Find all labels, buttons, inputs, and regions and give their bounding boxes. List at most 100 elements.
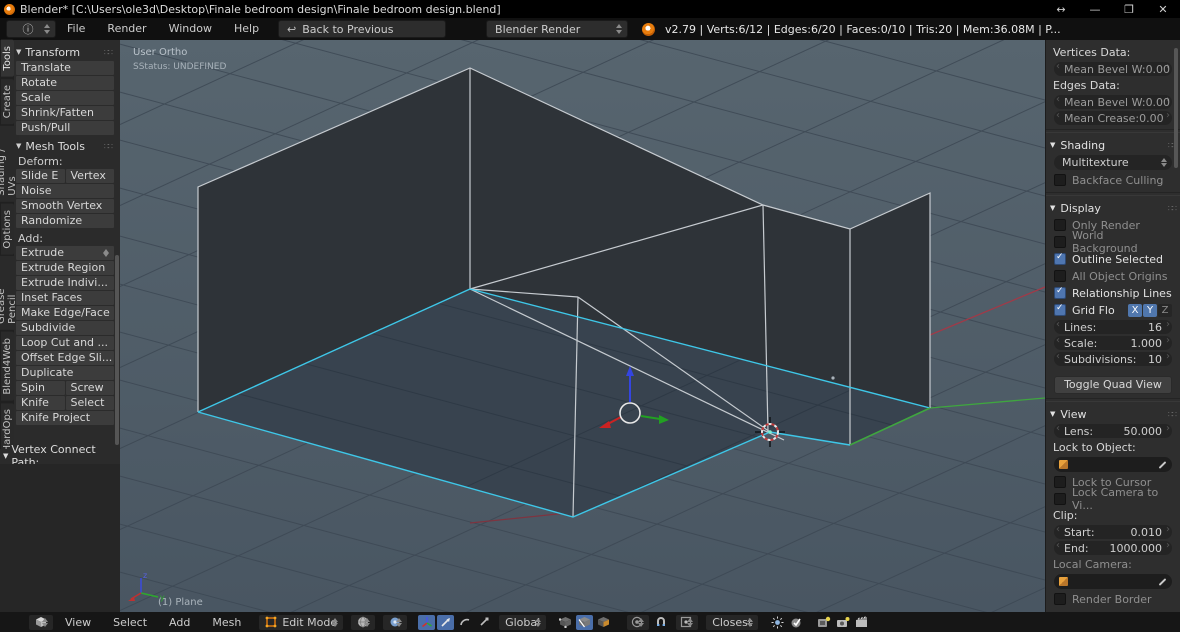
face-select-mode-button[interactable]: [595, 615, 612, 630]
window-minimize-button[interactable]: —: [1078, 3, 1112, 16]
editor-type-button[interactable]: ⓘ: [6, 20, 56, 38]
push-pull-button[interactable]: Push/Pull: [16, 121, 114, 135]
offset-edge-slide-button[interactable]: Offset Edge Sli...: [16, 351, 114, 365]
lock-to-object-field[interactable]: [1054, 457, 1172, 472]
menu-file[interactable]: File: [56, 18, 96, 40]
tab-tools[interactable]: Tools: [0, 40, 14, 77]
shading-panel-header[interactable]: ▼ Shading ∷∷: [1050, 137, 1177, 153]
opengl-render-anim-button[interactable]: [853, 615, 870, 630]
vertex-select-mode-button[interactable]: [557, 615, 574, 630]
menu-window[interactable]: Window: [158, 18, 223, 40]
outline-selected-checkbox[interactable]: Outline Selected: [1054, 251, 1172, 267]
menu-add[interactable]: Add: [158, 616, 201, 629]
eyedropper-icon[interactable]: [1158, 577, 1167, 586]
panel-grip-icon[interactable]: ∷∷: [1168, 410, 1177, 419]
knife-button[interactable]: Knife: [16, 396, 65, 410]
mean-crease-field[interactable]: Mean Crease:0.00: [1054, 110, 1172, 125]
grid-floor-checkbox[interactable]: [1054, 303, 1066, 316]
eyedropper-icon[interactable]: [1158, 460, 1167, 469]
tab-options[interactable]: Options: [0, 203, 14, 255]
tab-blend4web[interactable]: Blend4Web: [0, 332, 14, 401]
backface-culling-checkbox[interactable]: Backface Culling: [1054, 172, 1172, 188]
relationship-lines-checkbox[interactable]: Relationship Lines: [1054, 285, 1172, 301]
grid-scale-field[interactable]: Scale:1.000: [1054, 335, 1172, 350]
tool-shelf-scrollbar[interactable]: [115, 255, 119, 445]
grid-axis-z-toggle[interactable]: Z: [1158, 303, 1172, 317]
window-close-button[interactable]: ✕: [1146, 3, 1180, 16]
edge-select-mode-button[interactable]: [576, 614, 594, 630]
manipulator-toggle[interactable]: [418, 614, 436, 630]
translate-manipulator-toggle[interactable]: [437, 614, 455, 630]
spin-button[interactable]: Spin: [16, 381, 65, 395]
noise-button[interactable]: Noise: [16, 184, 114, 198]
clip-end-field[interactable]: End:1000.000: [1054, 540, 1172, 555]
vertex-dot[interactable]: [831, 376, 835, 380]
extrude-individual-button[interactable]: Extrude Indivi...: [16, 276, 114, 290]
viewport-shading-select[interactable]: [350, 613, 377, 631]
render-border-checkbox[interactable]: Render Border: [1054, 591, 1172, 607]
occlude-geometry-toggle[interactable]: [788, 615, 805, 630]
slide-edge-button[interactable]: Slide E: [16, 169, 65, 183]
loop-cut-button[interactable]: Loop Cut and ...: [16, 336, 114, 350]
grid-axis-x-toggle[interactable]: X: [1128, 303, 1142, 317]
window-maximize-button[interactable]: ❐: [1112, 3, 1146, 16]
menu-render[interactable]: Render: [96, 18, 157, 40]
view-panel-header[interactable]: ▼ View ∷∷: [1050, 406, 1177, 422]
vertex-slide-button[interactable]: Vertex: [65, 169, 114, 183]
lens-field[interactable]: Lens:50.000: [1054, 423, 1172, 438]
properties-scrollbar[interactable]: [1174, 48, 1178, 168]
smooth-vertex-button[interactable]: Smooth Vertex: [16, 199, 114, 213]
extrude-region-button[interactable]: Extrude Region: [16, 261, 114, 275]
menu-mesh[interactable]: Mesh: [201, 616, 252, 629]
mesh-tools-panel-header[interactable]: ▼ Mesh Tools ∷∷: [14, 139, 114, 153]
transform-snap-button[interactable]: [815, 615, 832, 630]
make-edge-face-button[interactable]: Make Edge/Face: [16, 306, 114, 320]
knife-project-button[interactable]: Knife Project: [16, 411, 114, 425]
panel-grip-icon[interactable]: ∷∷: [1168, 204, 1177, 213]
local-camera-field[interactable]: [1054, 574, 1172, 589]
shading-mode-select[interactable]: Multitexture: [1054, 155, 1172, 170]
inset-faces-button[interactable]: Inset Faces: [16, 291, 114, 305]
grid-subdivisions-field[interactable]: Subdivisions:10: [1054, 351, 1172, 366]
checkbox[interactable]: [1054, 174, 1066, 186]
scale-button[interactable]: Scale: [16, 91, 114, 105]
toggle-quad-view-button[interactable]: Toggle Quad View: [1054, 376, 1172, 394]
window-resize-icon[interactable]: ↔: [1044, 3, 1078, 16]
menu-select[interactable]: Select: [102, 616, 158, 629]
extrude-button[interactable]: Extrude: [16, 246, 114, 260]
pivot-point-select[interactable]: [382, 613, 409, 631]
mean-bevel-weight-field[interactable]: Mean Bevel W:0.00: [1054, 94, 1172, 109]
duplicate-button[interactable]: Duplicate: [16, 366, 114, 380]
menu-view[interactable]: View: [54, 616, 102, 629]
grid-axis-y-toggle[interactable]: Y: [1143, 303, 1157, 317]
opengl-render-button[interactable]: [834, 615, 851, 630]
viewport-3d[interactable]: z y User Ortho SStatus: UNDEFINED (1) Pl…: [120, 40, 1045, 612]
panel-grip-icon[interactable]: ∷∷: [104, 48, 114, 57]
rotate-manipulator-toggle[interactable]: [456, 615, 473, 630]
mode-select[interactable]: Edit Mode: [258, 613, 345, 631]
knife-select-button[interactable]: Select: [65, 396, 114, 410]
rotate-button[interactable]: Rotate: [16, 76, 114, 90]
editor-type-button[interactable]: [28, 613, 54, 631]
randomize-button[interactable]: Randomize: [16, 214, 114, 228]
lock-camera-to-view-checkbox[interactable]: Lock Camera to Vi...: [1054, 486, 1172, 512]
snap-toggle[interactable]: [652, 615, 669, 630]
viewport-canvas[interactable]: z y: [120, 40, 1045, 612]
proportional-editing-select[interactable]: [626, 613, 651, 631]
snap-target-select[interactable]: Closest: [705, 613, 760, 631]
vertex-connect-path-header[interactable]: ▼ Vertex Connect Path:: [0, 443, 118, 469]
transform-panel-header[interactable]: ▼ Transform ∷∷: [14, 45, 114, 59]
snap-element-select[interactable]: [675, 613, 700, 631]
all-object-origins-checkbox[interactable]: All Object Origins: [1054, 268, 1172, 284]
menu-help[interactable]: Help: [223, 18, 270, 40]
automerge-toggle[interactable]: [769, 615, 786, 630]
mean-bevel-weight-field[interactable]: Mean Bevel W:0.00: [1054, 61, 1172, 76]
screw-button[interactable]: Screw: [65, 381, 114, 395]
transform-orientation-select[interactable]: Global: [498, 613, 548, 631]
display-panel-header[interactable]: ▼ Display ∷∷: [1050, 200, 1177, 216]
shrink-fatten-button[interactable]: Shrink/Fatten: [16, 106, 114, 120]
clip-start-field[interactable]: Start:0.010: [1054, 524, 1172, 539]
back-to-previous-button[interactable]: ↩ Back to Previous: [278, 20, 447, 38]
world-background-checkbox[interactable]: World Background: [1054, 229, 1172, 255]
panel-grip-icon[interactable]: ∷∷: [104, 142, 114, 151]
